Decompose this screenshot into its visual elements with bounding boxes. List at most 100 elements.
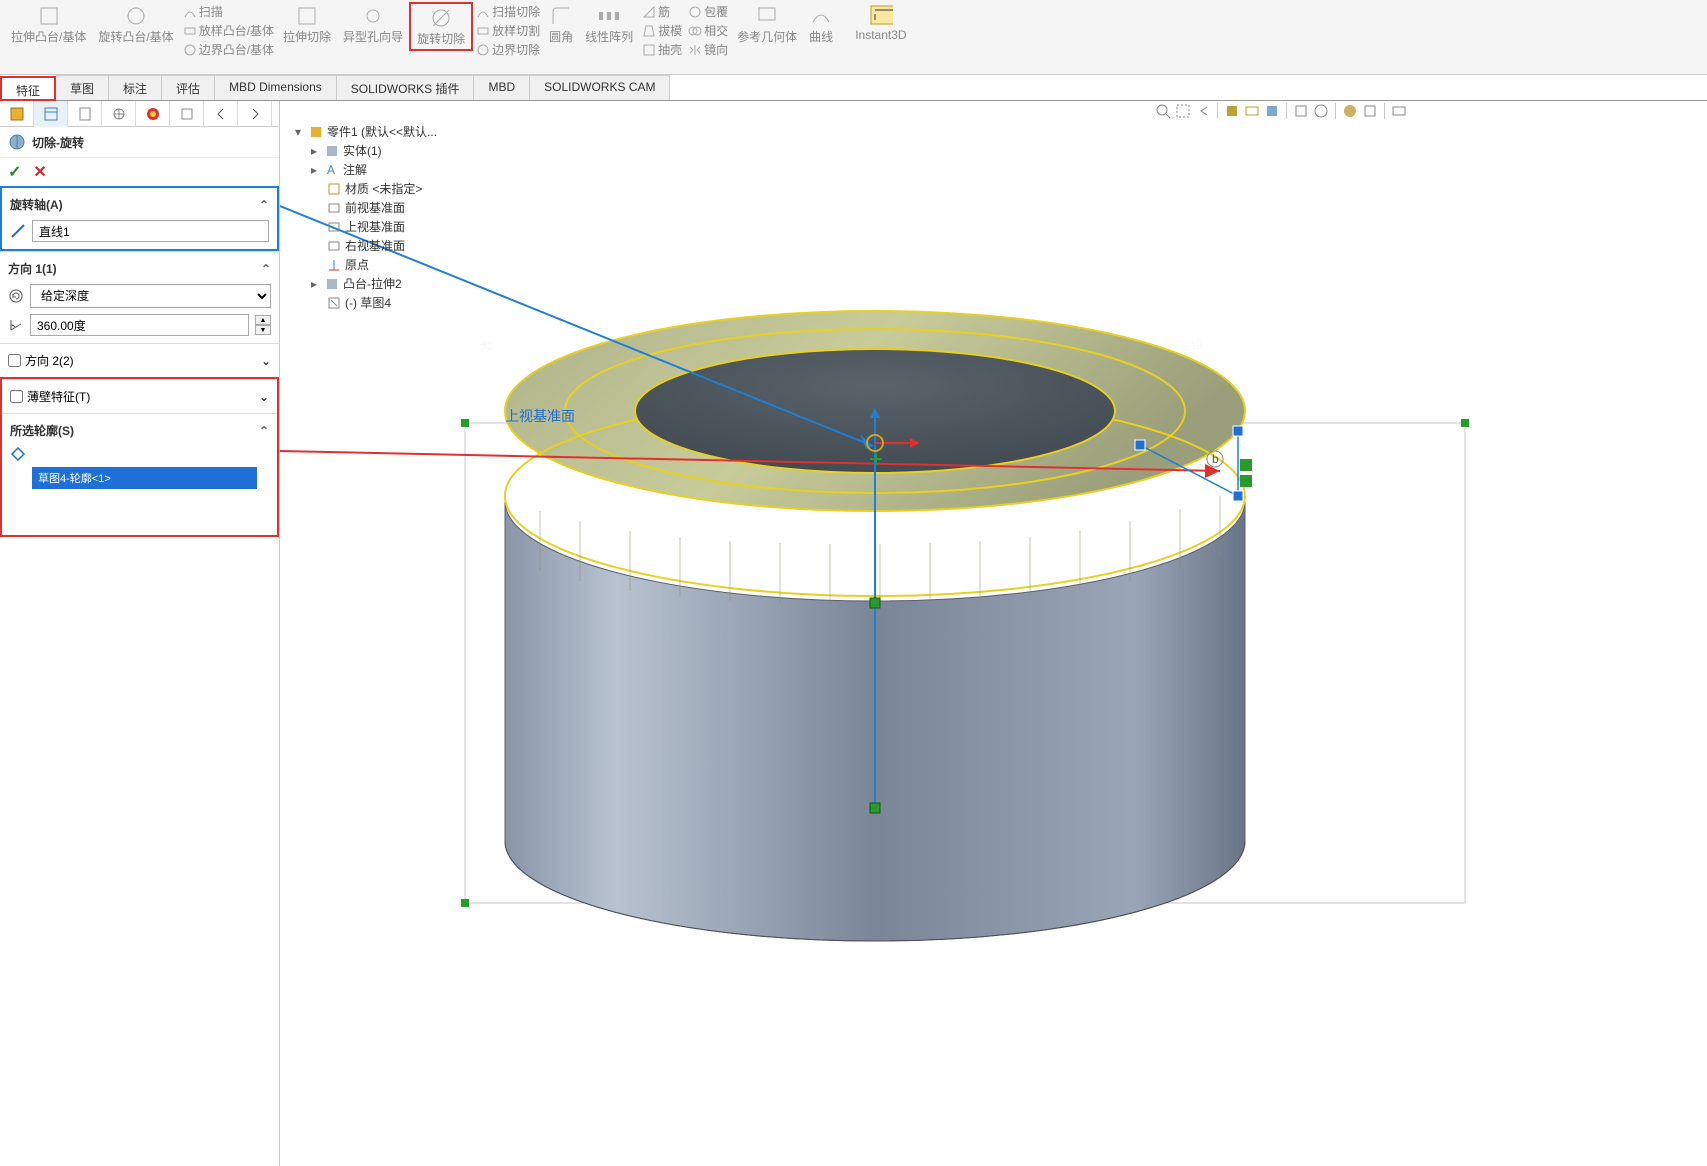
property-manager-panel: 切除-旋转 ✓ ✕ 旋转轴(A) ⌃ 方向 1(1) ⌃ 给	[0, 101, 280, 1166]
thin-feature-checkbox-row[interactable]: 薄壁特征(T) ⌄	[2, 384, 277, 409]
plane-icon	[327, 201, 341, 215]
wrap-button[interactable]: 包覆	[685, 2, 731, 21]
flyout-feature-tree: ▾ 零件1 (默认<<默认... ▸ 实体(1) ▸ A 注解 材质 <未指定>…	[295, 122, 505, 312]
panel-tab-dimxpert[interactable]	[102, 101, 136, 127]
reverse-direction-icon[interactable]	[8, 288, 24, 304]
sweep-button[interactable]: 扫描	[180, 2, 277, 21]
material-icon	[327, 182, 341, 196]
tree-sketch4[interactable]: (-) 草图4	[295, 293, 505, 312]
property-confirm-row: ✓ ✕	[0, 158, 279, 186]
tab-mbd-dimensions[interactable]: MBD Dimensions	[215, 75, 337, 100]
axis-section-header[interactable]: 旋转轴(A) ⌃	[2, 192, 277, 217]
display-icon	[145, 106, 161, 122]
hole-wizard-button[interactable]: 异型孔向导	[337, 2, 409, 47]
feature-tree-icon	[9, 106, 25, 122]
tab-features[interactable]: 特征	[0, 76, 56, 101]
spin-up-button[interactable]: ▲	[255, 315, 271, 325]
tab-sketch[interactable]: 草图	[56, 75, 109, 100]
angle-spinner[interactable]: ▲▼	[255, 315, 271, 335]
selected-contour-item[interactable]: 草图4-轮廓<1>	[32, 467, 257, 489]
end-condition-select[interactable]: 给定深度	[30, 284, 271, 308]
loft-cut-button[interactable]: 放样切割	[473, 21, 543, 40]
sweep-cut-button[interactable]: 扫描切除	[473, 2, 543, 21]
mirror-icon	[688, 43, 702, 57]
shell-button[interactable]: 抽壳	[639, 40, 685, 59]
direction2-section: 方向 2(2) ⌄	[0, 343, 279, 377]
direction2-checkbox[interactable]	[8, 354, 21, 367]
more1-icon	[179, 106, 195, 122]
curves-icon	[809, 4, 833, 28]
tree-root[interactable]: ▾ 零件1 (默认<<默认...	[295, 122, 505, 141]
tab-solidworks-cam[interactable]: SOLIDWORKS CAM	[530, 75, 670, 100]
svg-text:大: 大	[478, 338, 492, 354]
tree-right-plane[interactable]: 右视基准面	[295, 236, 505, 255]
ok-button[interactable]: ✓	[8, 162, 21, 182]
tab-mbd[interactable]: MBD	[474, 75, 530, 100]
intersect-button[interactable]: 相交	[685, 21, 731, 40]
panel-tab-display[interactable]	[136, 101, 170, 127]
revolve-cut-icon	[429, 6, 453, 30]
thin-feature-checkbox[interactable]	[10, 390, 23, 403]
revolve-cut-button[interactable]: 旋转切除	[411, 4, 471, 49]
mirror-button[interactable]: 镜向	[685, 40, 731, 59]
property-title: 切除-旋转	[32, 134, 84, 151]
rib-button[interactable]: 筋	[639, 2, 685, 21]
selected-contours-header[interactable]: 所选轮廓(S) ⌃	[2, 418, 277, 443]
direction1-header[interactable]: 方向 1(1) ⌃	[0, 256, 279, 281]
extrude-cut-label: 拉伸切除	[283, 28, 331, 45]
direction2-checkbox-row[interactable]: 方向 2(2) ⌄	[0, 348, 279, 373]
axis-section: 旋转轴(A) ⌃	[0, 186, 279, 251]
panel-tab-config[interactable]	[68, 101, 102, 127]
panel-tab-more1[interactable]	[170, 101, 204, 127]
contour-icon	[10, 446, 26, 462]
cancel-button[interactable]: ✕	[33, 162, 46, 182]
selected-contours-section: 所选轮廓(S) ⌃ 草图4-轮廓<1>	[2, 413, 277, 495]
tab-solidworks-plugin[interactable]: SOLIDWORKS 插件	[337, 75, 475, 100]
angle-input[interactable]	[30, 314, 249, 336]
panel-tab-property-manager[interactable]	[34, 101, 68, 127]
extrude-boss-button[interactable]: 拉伸凸台/基体	[5, 2, 92, 47]
tree-front-plane[interactable]: 前视基准面	[295, 198, 505, 217]
draft-button[interactable]: 拔模	[639, 21, 685, 40]
tree-origin[interactable]: 原点	[295, 255, 505, 274]
tree-material[interactable]: 材质 <未指定>	[295, 179, 505, 198]
tree-solid-bodies[interactable]: ▸ 实体(1)	[295, 141, 505, 160]
expand-toggle[interactable]: ▸	[311, 163, 321, 177]
revolve-boss-button[interactable]: 旋转凸台/基体	[92, 2, 179, 47]
svg-text:测绘: 测绘	[1178, 336, 1204, 354]
extrude-icon	[325, 277, 339, 291]
expand-toggle[interactable]: ▸	[311, 144, 321, 158]
panel-tab-strip	[0, 101, 279, 127]
panel-tab-feature-tree[interactable]	[0, 101, 34, 127]
plane-label: 上视基准面	[505, 406, 575, 426]
ribbon-toolbar: 拉伸凸台/基体 旋转凸台/基体 扫描 放样凸台/基体 边界凸台/基体 拉伸切除 …	[0, 0, 1707, 75]
chevron-up-icon: ⌃	[259, 198, 269, 212]
sweep-icon	[183, 5, 197, 19]
svg-text:A: A	[327, 163, 335, 177]
direction1-section: 方向 1(1) ⌃ 给定深度 ▲▼	[0, 251, 279, 343]
tree-top-plane[interactable]: 上视基准面	[295, 217, 505, 236]
loft-boss-button[interactable]: 放样凸台/基体	[180, 21, 277, 40]
annotations-icon: A	[325, 163, 339, 177]
expand-toggle[interactable]: ▾	[295, 125, 305, 139]
tree-annotations[interactable]: ▸ A 注解	[295, 160, 505, 179]
instant3d-button[interactable]: Instant3D	[849, 2, 912, 44]
ref-geometry-button[interactable]: 参考几何体	[731, 2, 803, 47]
cut-revolve-icon	[8, 133, 26, 151]
linear-pattern-button[interactable]: 线性阵列	[579, 2, 639, 47]
panel-tab-next[interactable]	[238, 101, 272, 127]
axis-input[interactable]	[32, 220, 269, 242]
tab-evaluate[interactable]: 评估	[162, 75, 215, 100]
tab-annotate[interactable]: 标注	[109, 75, 162, 100]
origin-icon	[327, 258, 341, 272]
curves-button[interactable]: 曲线	[803, 2, 839, 47]
expand-toggle[interactable]: ▸	[311, 277, 321, 291]
tree-boss-extrude[interactable]: ▸ 凸台-拉伸2	[295, 274, 505, 293]
panel-tab-prev[interactable]	[204, 101, 238, 127]
spin-down-button[interactable]: ▼	[255, 325, 271, 335]
fillet-button[interactable]: 圆角	[543, 2, 579, 47]
extrude-cut-button[interactable]: 拉伸切除	[277, 2, 337, 47]
boundary-cut-button[interactable]: 边界切除	[473, 40, 543, 59]
boundary-boss-button[interactable]: 边界凸台/基体	[180, 40, 277, 59]
instant3d-icon	[869, 4, 893, 28]
